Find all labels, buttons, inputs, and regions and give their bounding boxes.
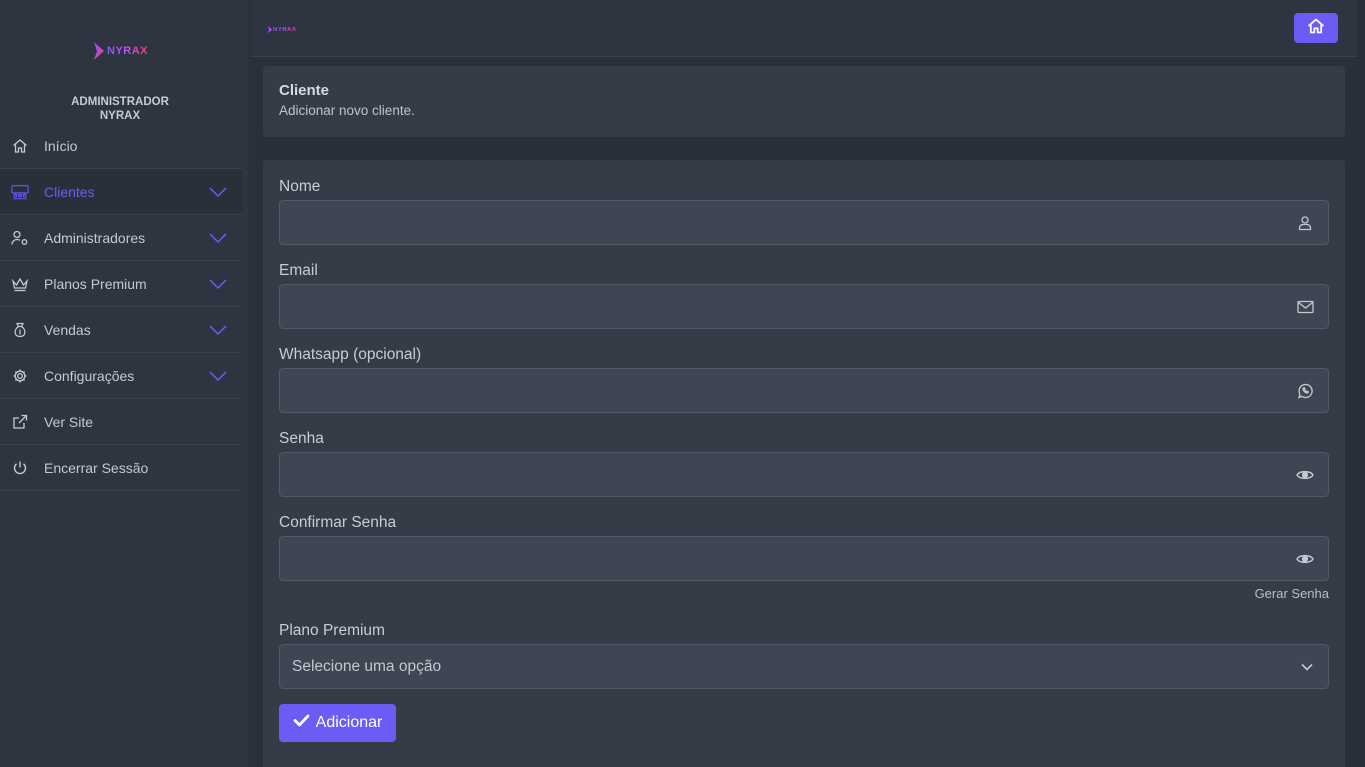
home-icon — [1307, 18, 1325, 39]
eye-icon[interactable] — [1296, 466, 1314, 484]
check-icon — [293, 714, 310, 732]
email-input[interactable] — [280, 285, 1328, 328]
gear-icon — [11, 367, 29, 385]
page-title: Cliente — [279, 82, 330, 99]
admin-name-line2: NYRAX — [99, 110, 141, 122]
generate-password-link[interactable]: Gerar Senha — [1255, 586, 1329, 601]
confirm-password-label: Confirmar Senha — [279, 514, 397, 531]
logo-mark-icon — [92, 41, 106, 61]
crown-icon — [11, 275, 29, 293]
plan-label: Plano Premium — [279, 622, 385, 639]
admin-name-line1: ADMINISTRADOR — [71, 96, 169, 108]
external-link-icon — [11, 413, 29, 431]
chevron-down-icon — [209, 324, 227, 335]
sidebar-item-planos-premium[interactable]: Planos Premium — [0, 261, 242, 307]
add-client-button-label: Adicionar — [315, 714, 383, 731]
logo-text: NYRAX — [107, 45, 149, 57]
sidebar-item-label: Administradores — [44, 229, 146, 246]
chevron-down-icon — [209, 370, 227, 381]
sidebar-item-vendas[interactable]: Vendas — [0, 307, 242, 353]
whatsapp-label: Whatsapp (opcional) — [279, 346, 422, 363]
whatsapp-field[interactable] — [279, 368, 1329, 413]
sidebar-item-administradores[interactable]: Administradores — [0, 215, 242, 261]
sidebar-item-label: Clientes — [44, 183, 95, 200]
sidebar-item-label: Planos Premium — [44, 275, 147, 292]
sidebar-logo[interactable]: NYRAX — [92, 40, 148, 62]
sidebar-item-label: Configurações — [44, 367, 135, 384]
plan-select-value: Selecione uma opção — [292, 658, 442, 675]
chevron-down-icon — [209, 186, 227, 197]
name-field[interactable] — [279, 200, 1329, 245]
add-client-button[interactable]: Adicionar — [279, 704, 396, 742]
sidebar: NYRAX ADMINISTRADOR NYRAX Início Cliente… — [0, 0, 250, 767]
page-scrollbar[interactable] — [1357, 0, 1365, 767]
topbar-logo[interactable]: NYRAX — [267, 21, 297, 39]
whatsapp-icon — [1296, 382, 1314, 400]
page-subtitle: Adicionar novo cliente. — [279, 103, 415, 118]
eye-icon[interactable] — [1296, 550, 1314, 568]
admin-name: ADMINISTRADOR NYRAX — [0, 95, 240, 123]
sidebar-item-label: Encerrar Sessão — [44, 459, 149, 476]
home-button[interactable] — [1294, 13, 1338, 43]
password-input[interactable] — [280, 453, 1328, 496]
user-cog-icon — [11, 229, 29, 247]
sidebar-item-label: Ver Site — [44, 413, 94, 430]
confirm-password-input[interactable] — [280, 537, 1328, 580]
sidebar-item-label: Vendas — [44, 321, 91, 338]
top-bar: NYRAX — [250, 0, 1365, 57]
page-header-card: Cliente Adicionar novo cliente. — [263, 66, 1345, 137]
name-label: Nome — [279, 178, 321, 195]
whatsapp-input[interactable] — [280, 369, 1328, 412]
money-bag-icon — [11, 321, 29, 339]
plan-select[interactable]: Selecione uma opção — [279, 644, 1329, 689]
home-icon — [11, 137, 29, 155]
sidebar-item-ver-site[interactable]: Ver Site — [0, 399, 242, 445]
chevron-down-icon — [209, 232, 227, 243]
sidebar-item-inicio[interactable]: Início — [0, 123, 242, 169]
password-field[interactable] — [279, 452, 1329, 497]
sidebar-item-configuracoes[interactable]: Configurações — [0, 353, 242, 399]
users-icon — [11, 183, 29, 201]
sidebar-menu: Início Clientes Administradores Planos P… — [0, 123, 242, 491]
chevron-down-icon — [1301, 663, 1313, 671]
name-input[interactable] — [280, 201, 1328, 244]
chevron-down-icon — [209, 278, 227, 289]
password-label: Senha — [279, 430, 324, 447]
power-icon — [11, 459, 29, 477]
sidebar-item-label: Início — [44, 137, 78, 154]
email-field[interactable] — [279, 284, 1329, 329]
sidebar-item-clientes[interactable]: Clientes — [0, 169, 242, 215]
sidebar-item-encerrar-sessao[interactable]: Encerrar Sessão — [0, 445, 242, 491]
client-form: Nome Email Whatsapp (opcional) Senha Con… — [263, 160, 1345, 767]
envelope-icon — [1296, 298, 1314, 316]
email-label: Email — [279, 262, 318, 279]
logo-text: NYRAX — [273, 27, 297, 33]
user-icon — [1296, 214, 1314, 232]
confirm-password-field[interactable] — [279, 536, 1329, 581]
